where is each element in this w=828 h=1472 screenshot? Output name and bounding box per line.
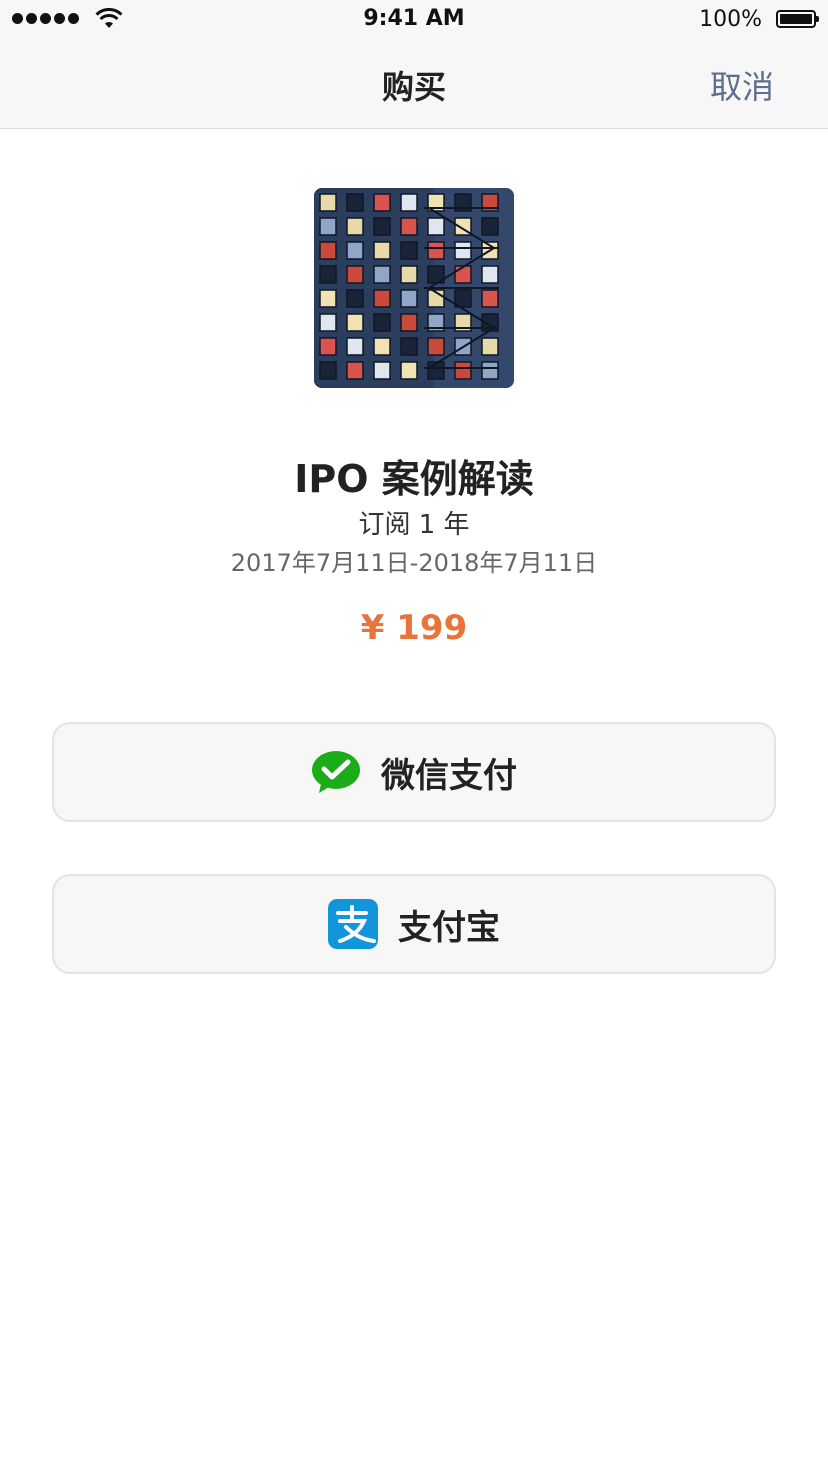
cover-window-shape	[346, 289, 364, 308]
cover-window-shape	[454, 265, 472, 284]
cover-window-shape	[319, 289, 337, 308]
cover-window-shape	[400, 241, 418, 260]
cover-window-shape	[400, 337, 418, 356]
cover-window-shape	[400, 361, 418, 380]
cover-window-shape	[481, 361, 499, 380]
cover-window-shape	[373, 193, 391, 212]
status-bar: 9:41 AM 100%	[0, 0, 828, 40]
alipay-button[interactable]: 支付宝	[52, 874, 776, 974]
subscription-duration: 订阅 1 年	[358, 510, 470, 540]
nav-bar: 购买 取消	[0, 40, 828, 129]
alipay-label: 支付宝	[398, 907, 500, 948]
cover-window-shape	[481, 265, 499, 284]
cover-window-shape	[373, 361, 391, 380]
cover-window-shape	[346, 241, 364, 260]
cover-window-shape	[400, 289, 418, 308]
cover-window-shape	[373, 217, 391, 236]
cover-window-shape	[427, 337, 445, 356]
product-price: ¥ 199	[360, 608, 468, 648]
cover-window-shape	[319, 217, 337, 236]
page-title: 购买	[381, 68, 446, 106]
building-illustration	[314, 188, 514, 388]
cover-window-shape	[373, 241, 391, 260]
cover-window-shape	[373, 313, 391, 332]
cover-window-shape	[319, 361, 337, 380]
cover-window-shape	[481, 217, 499, 236]
wechat-pay-icon	[312, 751, 360, 793]
cover-window-shape	[346, 313, 364, 332]
product-cover-image	[314, 188, 514, 388]
product-title: IPO 案例解读	[294, 457, 534, 501]
cover-window-shape	[319, 193, 337, 212]
cover-window-shape	[481, 337, 499, 356]
alipay-icon	[328, 899, 378, 949]
cover-window-shape	[346, 193, 364, 212]
cover-window-shape	[319, 241, 337, 260]
cover-window-shape	[427, 241, 445, 260]
cover-window-shape	[454, 241, 472, 260]
cover-window-shape	[319, 337, 337, 356]
cancel-button[interactable]: 取消	[710, 62, 774, 108]
battery-icon	[776, 10, 819, 28]
cover-window-shape	[346, 265, 364, 284]
cover-window-shape	[400, 313, 418, 332]
cover-window-shape	[400, 217, 418, 236]
cover-window-shape	[427, 217, 445, 236]
cover-window-shape	[400, 193, 418, 212]
cover-window-shape	[373, 289, 391, 308]
cover-window-shape	[481, 289, 499, 308]
cover-window-shape	[373, 265, 391, 284]
wechat-pay-label: 微信支付	[381, 755, 517, 796]
cover-window-shape	[346, 337, 364, 356]
cover-window-shape	[373, 337, 391, 356]
subscription-period: 2017年7月11日-2018年7月11日	[230, 549, 598, 577]
wechat-pay-button[interactable]: 微信支付	[52, 722, 776, 822]
battery-percent: 100%	[699, 7, 762, 32]
cover-window-shape	[319, 313, 337, 332]
cover-window-shape	[319, 265, 337, 284]
cover-window-shape	[454, 361, 472, 380]
cover-window-shape	[346, 361, 364, 380]
cover-window-shape	[400, 265, 418, 284]
cover-window-shape	[346, 217, 364, 236]
